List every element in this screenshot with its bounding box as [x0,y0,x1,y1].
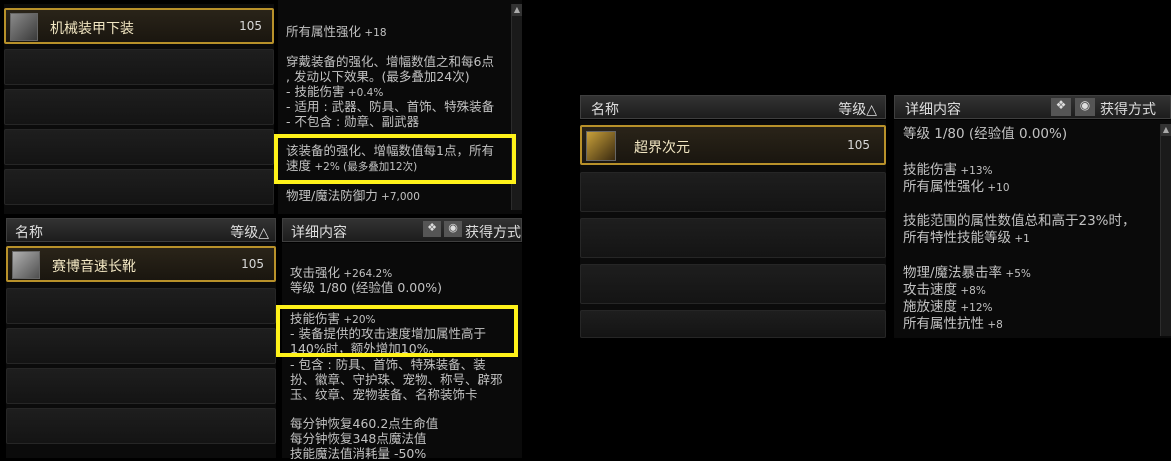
detail-line: 物理/魔法防御力 +7,000 [286,188,420,203]
detail-title: 详细内容 [905,102,961,118]
item-row-empty[interactable] [580,310,886,338]
detail-panel-3: 等级 1/80 (经验值 0.00%) 技能伤害 +13% 所有属性强化 +10… [894,120,1171,338]
obtain-button[interactable]: 获得方式 [1100,99,1156,119]
item-row-selected[interactable]: 机械装甲下装 105 [4,8,274,44]
compare-icon[interactable]: ❖ [1051,98,1071,116]
eye-icon[interactable]: ◉ [1075,98,1095,116]
armor-pants-icon [10,13,38,41]
eye-icon[interactable]: ◉ [444,221,462,237]
compare-icon[interactable]: ❖ [423,221,441,237]
item-row-empty[interactable] [6,368,276,404]
detail-line: 所有属性强化 +10 [903,179,1010,195]
item-level: 105 [239,19,262,33]
list-header-2: 名称 等级△ [6,218,276,242]
item-row-selected[interactable]: 超界次元 105 [580,125,886,165]
detail-header-3: 详细内容 ❖ ◉ 获得方式 [894,95,1171,119]
detail-line: 等级 1/80 (经验值 0.00%) [290,280,442,295]
item-row-empty[interactable] [4,129,274,165]
detail-line: 穿戴装备的强化、增幅数值之和每6点 , 发动以下效果。(最多叠加24次) [286,54,494,84]
scroll-up-icon[interactable]: ▲ [1161,124,1171,136]
item-name: 赛博音速长靴 [52,259,136,275]
column-name[interactable]: 名称 [15,222,43,242]
item-name: 机械装甲下装 [50,21,134,37]
item-row-empty[interactable] [4,89,274,125]
item-row-empty[interactable] [4,169,274,205]
detail-title: 详细内容 [291,225,347,241]
boots-icon [586,131,616,161]
column-name[interactable]: 名称 [591,99,619,119]
list-header-3: 名称 等级△ [580,95,886,119]
detail-line: 攻击速度 +8% [903,282,986,298]
detail-line: 所有特性技能等级 +1 [903,230,1030,246]
detail-line: 技能伤害 +13% [903,162,993,178]
detail-line: - 适用 : 武器、防具、首饰、特殊装备 - 不包含 : 勋章、副武器 [286,99,495,129]
item-list-2: 赛博音速长靴 105 [6,242,276,458]
column-level[interactable]: 等级△ [230,222,269,242]
item-level: 105 [847,138,870,152]
item-name: 超界次元 [634,140,690,156]
item-row-empty[interactable] [6,328,276,364]
detail-line: 等级 1/80 (经验值 0.00%) [903,126,1068,142]
detail-line: 物理/魔法暴击率 +5% [903,265,1031,281]
detail-line: 所有属性抗性 +8 [903,316,1003,332]
boots-icon [12,251,40,279]
column-level[interactable]: 等级△ [838,99,877,119]
item-row-empty[interactable] [580,172,886,212]
item-row-empty[interactable] [580,264,886,304]
scroll-up-icon[interactable]: ▲ [512,4,522,16]
detail-line: - 包含 : 防具、首饰、特殊装备、装 扮、徽章、守护珠、宠物、称号、辟邪 玉、… [290,357,503,402]
detail-line: 所有属性强化 +18 [286,24,387,39]
detail-line: 技能范围的属性数值总和高于23%时， [903,213,1136,229]
detail-line: 每分钟恢复460.2点生命值 每分钟恢复348点魔法值 技能魔法值消耗量 -50… [290,416,439,461]
detail-header-2: 详细内容 ❖ ◉ 获得方式 [282,218,522,242]
item-list-3: 超界次元 105 [580,120,886,338]
highlight-box [274,134,516,184]
scrollbar[interactable]: ▲ [1160,124,1171,336]
highlight-box [276,305,518,357]
item-level: 105 [241,257,264,271]
item-row-empty[interactable] [6,288,276,324]
detail-line: 施放速度 +12% [903,299,993,315]
item-row-empty[interactable] [580,218,886,258]
item-row-empty[interactable] [4,49,274,85]
item-list-1: 机械装甲下装 105 [4,4,274,214]
obtain-button[interactable]: 获得方式 [465,222,521,242]
item-row-selected[interactable]: 赛博音速长靴 105 [6,246,276,282]
item-row-empty[interactable] [6,408,276,444]
